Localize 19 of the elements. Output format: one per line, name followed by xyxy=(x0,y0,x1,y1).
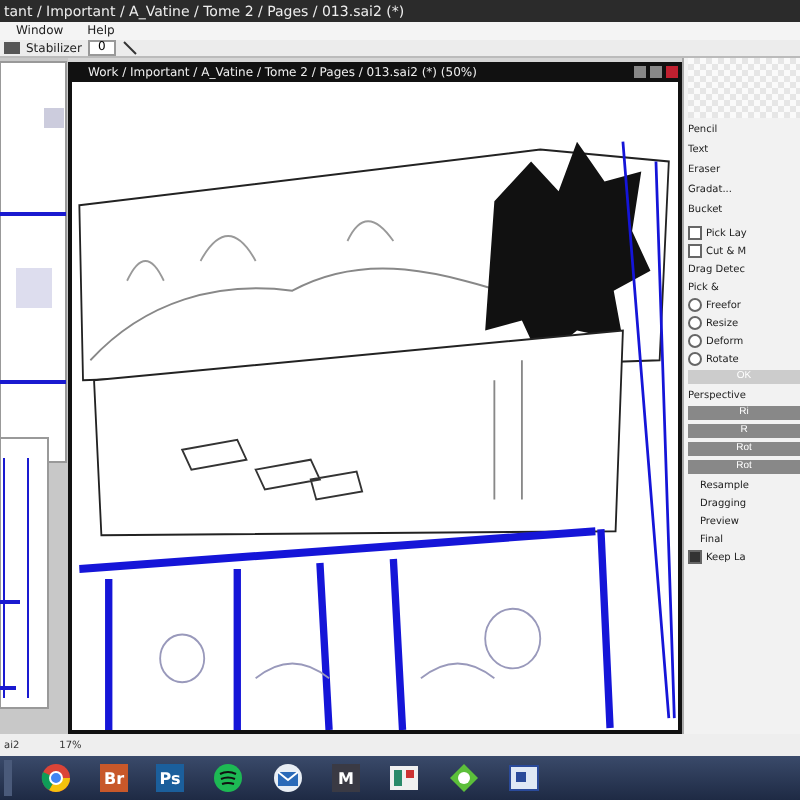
radio-button[interactable] xyxy=(688,298,702,312)
start-button[interactable] xyxy=(4,760,12,796)
window-icon[interactable] xyxy=(508,762,540,794)
color-preview-area xyxy=(688,58,800,118)
music-icon[interactable] xyxy=(212,762,244,794)
checkbox[interactable] xyxy=(688,550,702,564)
app-icon[interactable]: M xyxy=(332,764,360,792)
browser-icon[interactable] xyxy=(40,762,72,794)
radio-button[interactable] xyxy=(688,352,702,366)
app-icon[interactable]: Br xyxy=(100,764,128,792)
checkbox[interactable] xyxy=(688,244,702,258)
radio-button[interactable] xyxy=(688,316,702,330)
line-icon[interactable] xyxy=(121,40,138,56)
app-icon[interactable]: Ps xyxy=(156,764,184,792)
paint-app-icon[interactable] xyxy=(388,762,420,794)
mail-icon[interactable] xyxy=(272,762,304,794)
checkbox[interactable] xyxy=(688,226,702,240)
diamond-icon[interactable] xyxy=(448,762,480,794)
radio-button[interactable] xyxy=(688,334,702,348)
